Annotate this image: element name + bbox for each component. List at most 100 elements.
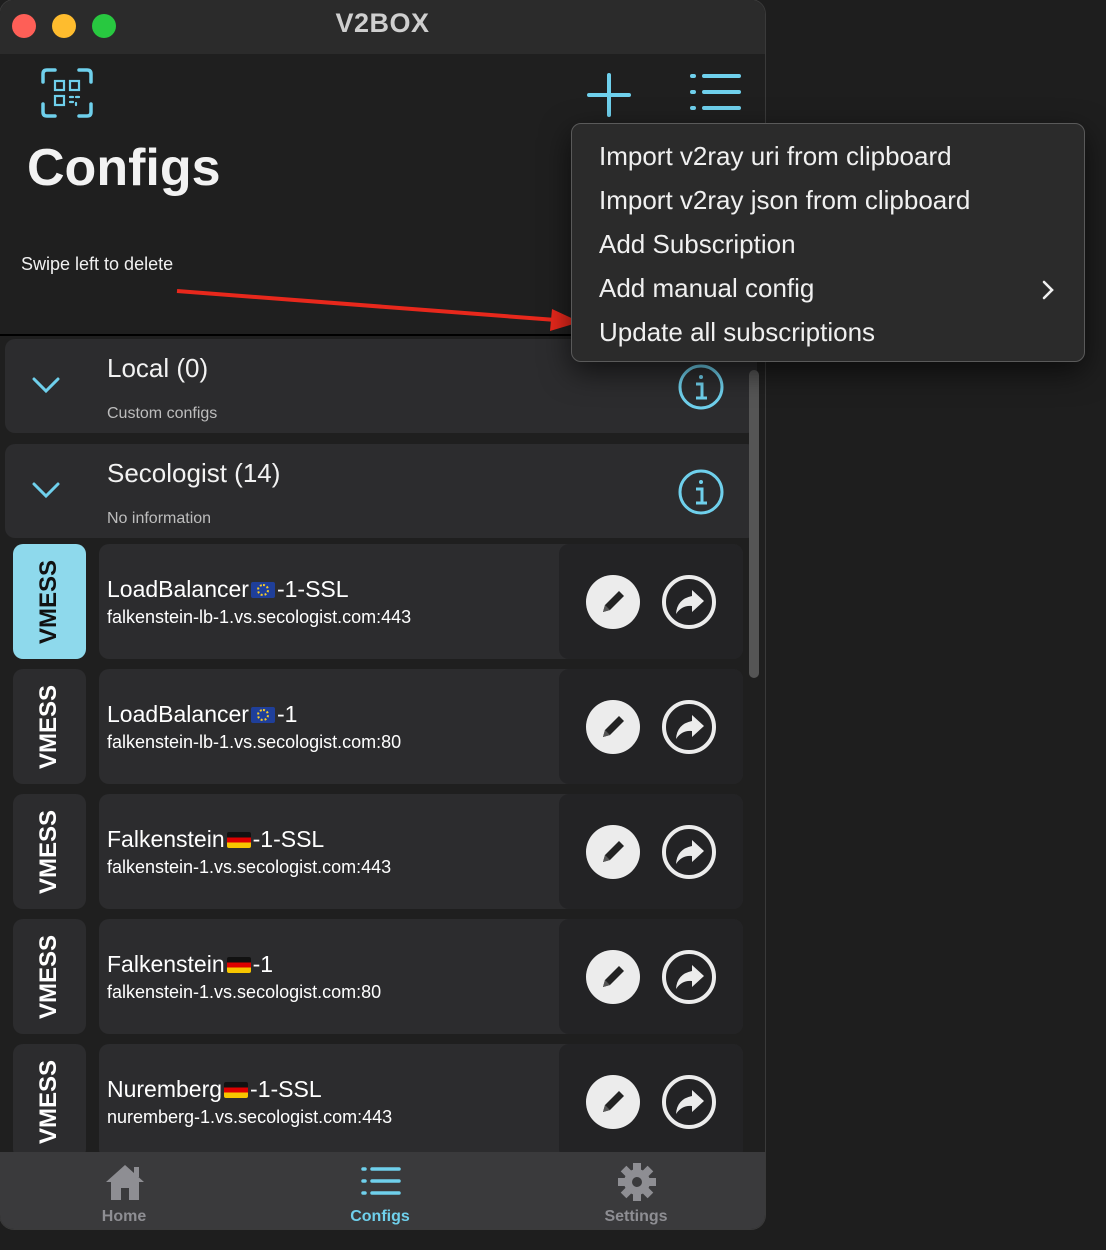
pencil-icon [586,825,640,879]
tab-settings[interactable]: Settings [576,1160,696,1226]
config-address: falkenstein-1.vs.secologist.com:443 [107,857,392,877]
tab-bar: Home Configs Settings [0,1152,765,1229]
config-actions [559,544,743,659]
eu-flag-icon [250,707,275,723]
list-icon [361,1167,401,1195]
share-config-button[interactable] [661,574,717,630]
window-title: V2BOX [335,8,430,38]
protocol-tag[interactable]: VMESS [13,794,86,909]
menu-item-import-uri[interactable]: Import v2ray uri from clipboard [599,141,952,172]
menu-item-add-subscription[interactable]: Add Subscription [599,229,796,260]
protocol-label: VMESS [35,684,63,769]
title-bar: V2BOX [0,0,765,54]
config-card[interactable]: Falkenstein -1 falkenstein-1.vs.secologist… [99,919,743,1034]
list-icon [690,74,741,110]
config-actions [559,669,743,784]
protocol-tag[interactable]: VMESS [13,669,86,784]
menu-item-add-manual-config[interactable]: Add manual config [599,273,814,304]
config-name-suffix: -1 [252,951,274,977]
group-name: Secologist (14) [107,458,281,488]
config-name-text: Nuremberg [107,1076,223,1102]
germany-flag-icon [224,1082,249,1098]
group-name: Local (0) [107,353,209,383]
tab-label: Settings [604,1208,668,1225]
config-address: falkenstein-lb-1.vs.secologist.com:443 [107,607,412,627]
group-subtitle: No information [107,510,212,527]
config-name-text: Falkenstein [107,826,225,852]
config-name: LoadBalancer -1-SSL [107,576,349,603]
share-config-button[interactable] [661,1074,717,1130]
pencil-icon [586,1075,640,1129]
pencil-icon [586,700,640,754]
config-row[interactable]: VMESS Falkenstein -1-SSL falkenstein-1.vs.s… [0,794,765,909]
edit-config-button[interactable] [585,824,641,880]
config-card[interactable]: LoadBalancer -1 falkenstein-lb-1.vs.secolo… [99,669,743,784]
config-name: Falkenstein -1-SSL [107,826,324,853]
page-title: Configs [27,139,221,197]
swipe-hint: Swipe left to delete [21,254,174,274]
protocol-tag[interactable]: VMESS [13,919,86,1034]
qr-scan-icon [41,68,93,118]
share-arrow-icon [662,575,716,629]
config-list[interactable]: Local (0) Custom configs Secologist (14)… [0,336,765,1152]
edit-config-button[interactable] [585,1074,641,1130]
config-card[interactable]: LoadBalancer -1-SSL falkenstein-lb-1.vs.se… [99,544,743,659]
config-name-suffix: -1-SSL [252,826,325,852]
tab-configs[interactable]: Configs [320,1160,440,1226]
config-actions [559,1044,743,1152]
config-row[interactable]: VMESS LoadBalancer -1 falkenstein-lb-1.vs.s… [0,669,765,784]
add-menu-dropdown: Import v2ray uri from clipboard Import v… [571,123,1085,362]
edit-config-button[interactable] [585,699,641,755]
share-arrow-icon [662,700,716,754]
share-arrow-icon [662,825,716,879]
share-arrow-icon [662,1075,716,1129]
config-name: Nuremberg -1-SSL [107,1076,322,1103]
scrollbar[interactable] [749,370,759,678]
menu-item-update-subscriptions[interactable]: Update all subscriptions [599,317,875,348]
gear-icon [618,1163,656,1201]
chevron-right-icon [1042,280,1054,300]
group-secologist[interactable]: Secologist (14) No information [5,444,757,538]
config-name-text: Falkenstein [107,951,225,977]
protocol-label: VMESS [35,1059,63,1144]
config-name-suffix: -1-SSL [276,576,349,602]
config-card[interactable]: Falkenstein -1-SSL falkenstein-1.vs.secolo… [99,794,743,909]
eu-flag-icon [250,582,275,598]
config-address: falkenstein-lb-1.vs.secologist.com:80 [107,732,402,752]
protocol-tag[interactable]: VMESS [13,544,86,659]
pencil-icon [586,950,640,1004]
tab-label: Home [101,1208,147,1225]
config-row[interactable]: VMESS Nuremberg -1-SSL nuremberg-1.vs.secol… [0,1044,765,1152]
share-config-button[interactable] [661,824,717,880]
tab-home[interactable]: Home [64,1160,184,1226]
add-config-button[interactable] [586,72,632,118]
config-actions [559,794,743,909]
protocol-tag[interactable]: VMESS [13,1044,86,1152]
info-icon[interactable] [677,468,725,516]
tab-label: Configs [350,1208,410,1225]
edit-config-button[interactable] [585,949,641,1005]
config-card[interactable]: Nuremberg -1-SSL nuremberg-1.vs.secologist… [99,1044,743,1152]
home-icon [106,1165,144,1200]
share-config-button[interactable] [661,699,717,755]
menu-item-import-json[interactable]: Import v2ray json from clipboard [599,185,970,216]
config-name-suffix: -1 [276,701,298,727]
share-arrow-icon [662,950,716,1004]
pencil-icon [586,575,640,629]
plus-icon [587,73,631,117]
info-icon[interactable] [677,363,725,411]
config-address: nuremberg-1.vs.secologist.com:443 [107,1107,393,1127]
chevron-down-icon [32,482,60,499]
chevron-down-icon [32,377,60,394]
protocol-label: VMESS [35,809,63,894]
config-name: Falkenstein -1 [107,951,273,978]
edit-config-button[interactable] [585,574,641,630]
config-row[interactable]: VMESS LoadBalancer -1-SSL falkenstein-lb-1.… [0,544,765,659]
qr-scan-button[interactable] [40,68,94,118]
config-name-text: LoadBalancer [107,576,249,602]
config-row[interactable]: VMESS Falkenstein -1 falkenstein-1.vs.secol… [0,919,765,1034]
share-config-button[interactable] [661,949,717,1005]
config-address: falkenstein-1.vs.secologist.com:80 [107,982,382,1002]
list-menu-button[interactable] [688,72,742,112]
protocol-label: VMESS [35,934,63,1019]
